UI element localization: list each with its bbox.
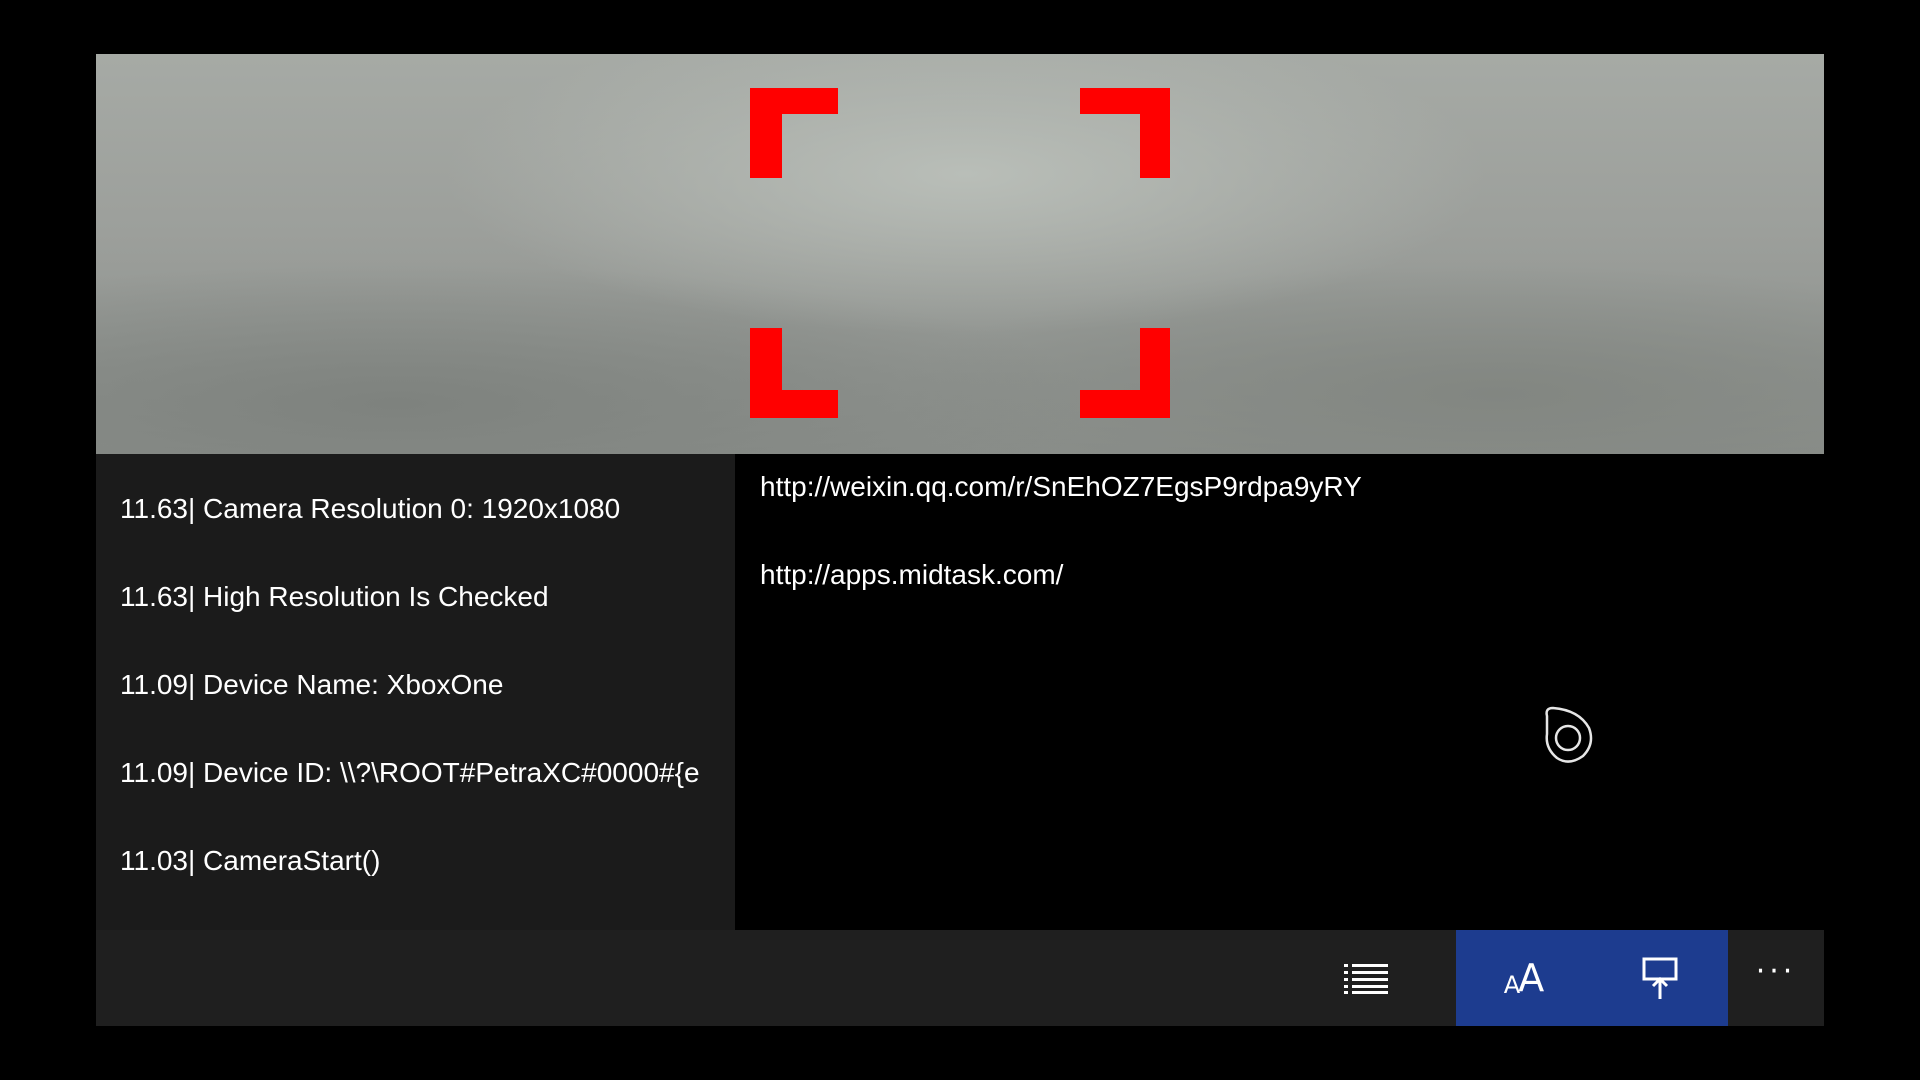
log-entry: 11.09| Device Name: XboxOne [120,669,504,700]
cursor-icon [1545,706,1593,763]
more-options-button[interactable]: ··· [1728,930,1824,1026]
list-button[interactable] [1318,930,1414,1026]
app-window: 11.63| Camera Resolution 0: 1920x1080 11… [96,54,1824,1026]
log-entry: 11.09| Device ID: \\?\ROOT#PetraXC#0000#… [120,757,700,788]
more-icon: ··· [1755,954,1797,989]
list-icon [1344,964,1388,994]
scan-frame-corner-bottom-left [750,328,840,418]
command-bar: A A ··· [96,930,1824,1026]
result-link[interactable]: http://weixin.qq.com/r/SnEhOZ7EgsP9rdpa9… [760,469,1362,505]
result-link[interactable]: http://apps.midtask.com/ [760,557,1063,593]
font-size-icon: A A [1503,956,1545,1000]
scan-frame-corner-top-left [750,88,840,178]
scan-frame-corner-bottom-right [1080,328,1170,418]
log-entry: 11.03| CameraStart() [120,845,381,876]
pin-to-screen-button[interactable] [1592,930,1728,1026]
scan-results-panel: http://weixin.qq.com/r/SnEhOZ7EgsP9rdpa9… [735,454,1824,930]
log-entry: 11.63| High Resolution Is Checked [120,581,549,612]
font-size-button[interactable]: A A [1456,930,1592,1026]
log-entry: 11.63| Camera Resolution 0: 1920x1080 [120,493,621,524]
camera-preview [96,54,1824,454]
log-panel: 11.63| Camera Resolution 0: 1920x1080 11… [96,454,735,930]
pin-to-screen-icon [1642,957,1678,999]
scan-frame-corner-top-right [1080,88,1170,178]
